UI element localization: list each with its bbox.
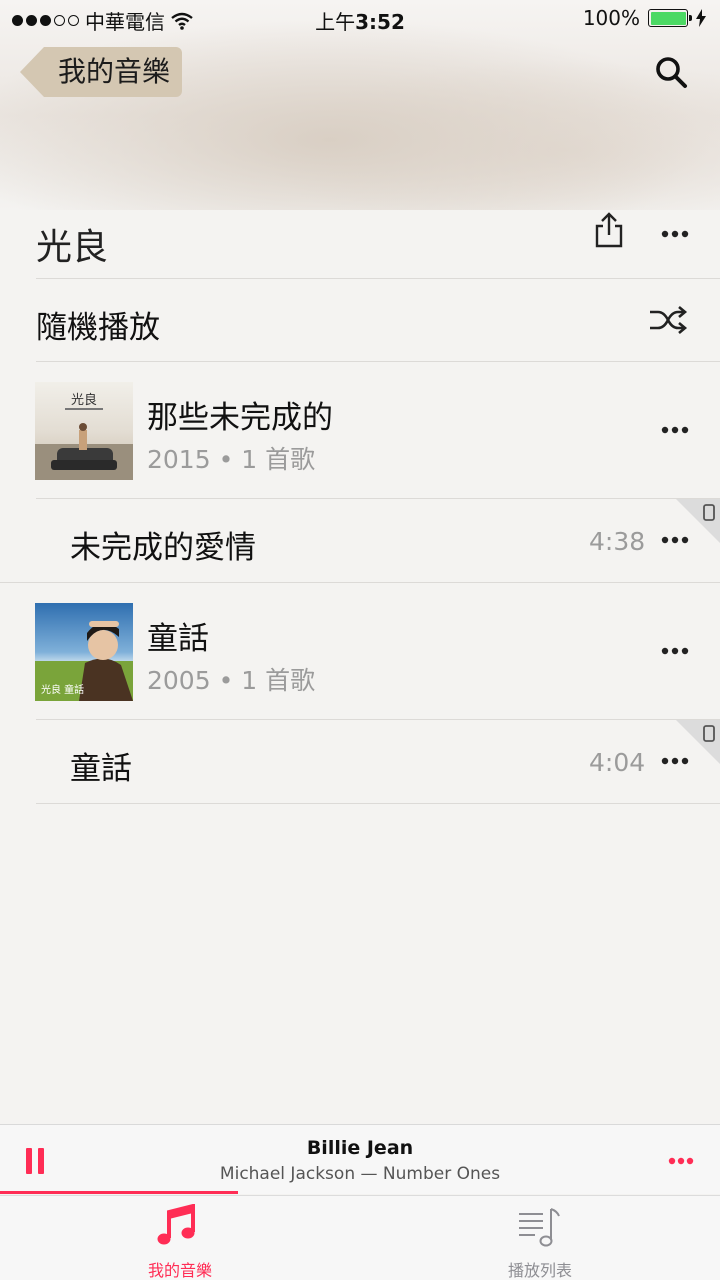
battery-percent: 100% <box>582 6 640 30</box>
album-art-text: 光良 童話 <box>41 683 84 696</box>
song-more-icon[interactable] <box>661 757 689 765</box>
clock-prefix: 上午 <box>315 10 356 34</box>
tab-bar: 我的音樂 播放列表 <box>0 1195 720 1280</box>
song-title: 童話 <box>70 751 132 787</box>
album-title: 那些未完成的 <box>147 400 333 436</box>
now-playing-title: Billie Jean <box>306 1137 414 1159</box>
shuffle-icon[interactable] <box>648 306 688 334</box>
artist-name: 光良 <box>36 227 109 268</box>
tab-my-music[interactable]: 我的音樂 <box>100 1196 260 1280</box>
album-meta: 2015 • 1 首歌 <box>147 445 316 474</box>
album-art-text: 光良 <box>71 392 97 408</box>
back-button[interactable]: 我的音樂 <box>20 47 183 97</box>
share-icon[interactable] <box>594 212 624 248</box>
song-title: 未完成的愛情 <box>70 530 256 566</box>
album-title: 童話 <box>147 621 209 657</box>
divider <box>36 361 720 362</box>
song-more-icon[interactable] <box>661 536 689 544</box>
album-more-icon[interactable] <box>661 647 689 655</box>
battery-icon <box>648 9 692 27</box>
back-button-label: 我的音樂 <box>44 47 183 97</box>
playlist-icon <box>519 1208 560 1247</box>
tab-label: 我的音樂 <box>147 1261 212 1280</box>
song-duration: 4:38 <box>589 527 646 556</box>
back-arrow-icon <box>20 47 44 97</box>
status-bar: 中華電信 上午3:52 100% <box>0 0 720 38</box>
search-icon[interactable] <box>654 55 688 89</box>
album-more-icon[interactable] <box>661 426 689 434</box>
tab-playlists[interactable]: 播放列表 <box>460 1196 620 1280</box>
charging-icon <box>696 9 706 27</box>
tab-label: 播放列表 <box>507 1261 572 1280</box>
music-note-icon <box>157 1204 195 1245</box>
now-playing-subtitle: Michael Jackson — Number Ones <box>219 1164 501 1184</box>
album-meta: 2005 • 1 首歌 <box>147 666 316 695</box>
mini-player[interactable]: Billie Jean Michael Jackson — Number One… <box>0 1124 720 1194</box>
playback-progress-bar <box>0 1191 238 1194</box>
now-playing-more-icon[interactable] <box>668 1157 694 1165</box>
song-duration: 4:04 <box>589 748 646 777</box>
divider <box>36 803 720 804</box>
shuffle-label: 隨機播放 <box>36 310 160 346</box>
clock-time: 3:52 <box>355 10 405 34</box>
artist-more-icon[interactable] <box>661 230 689 238</box>
album-art[interactable]: 光良 <box>35 382 133 480</box>
album-art[interactable]: 光良 童話 <box>35 603 133 701</box>
divider <box>0 582 720 583</box>
battery-status: 100% <box>583 6 706 30</box>
